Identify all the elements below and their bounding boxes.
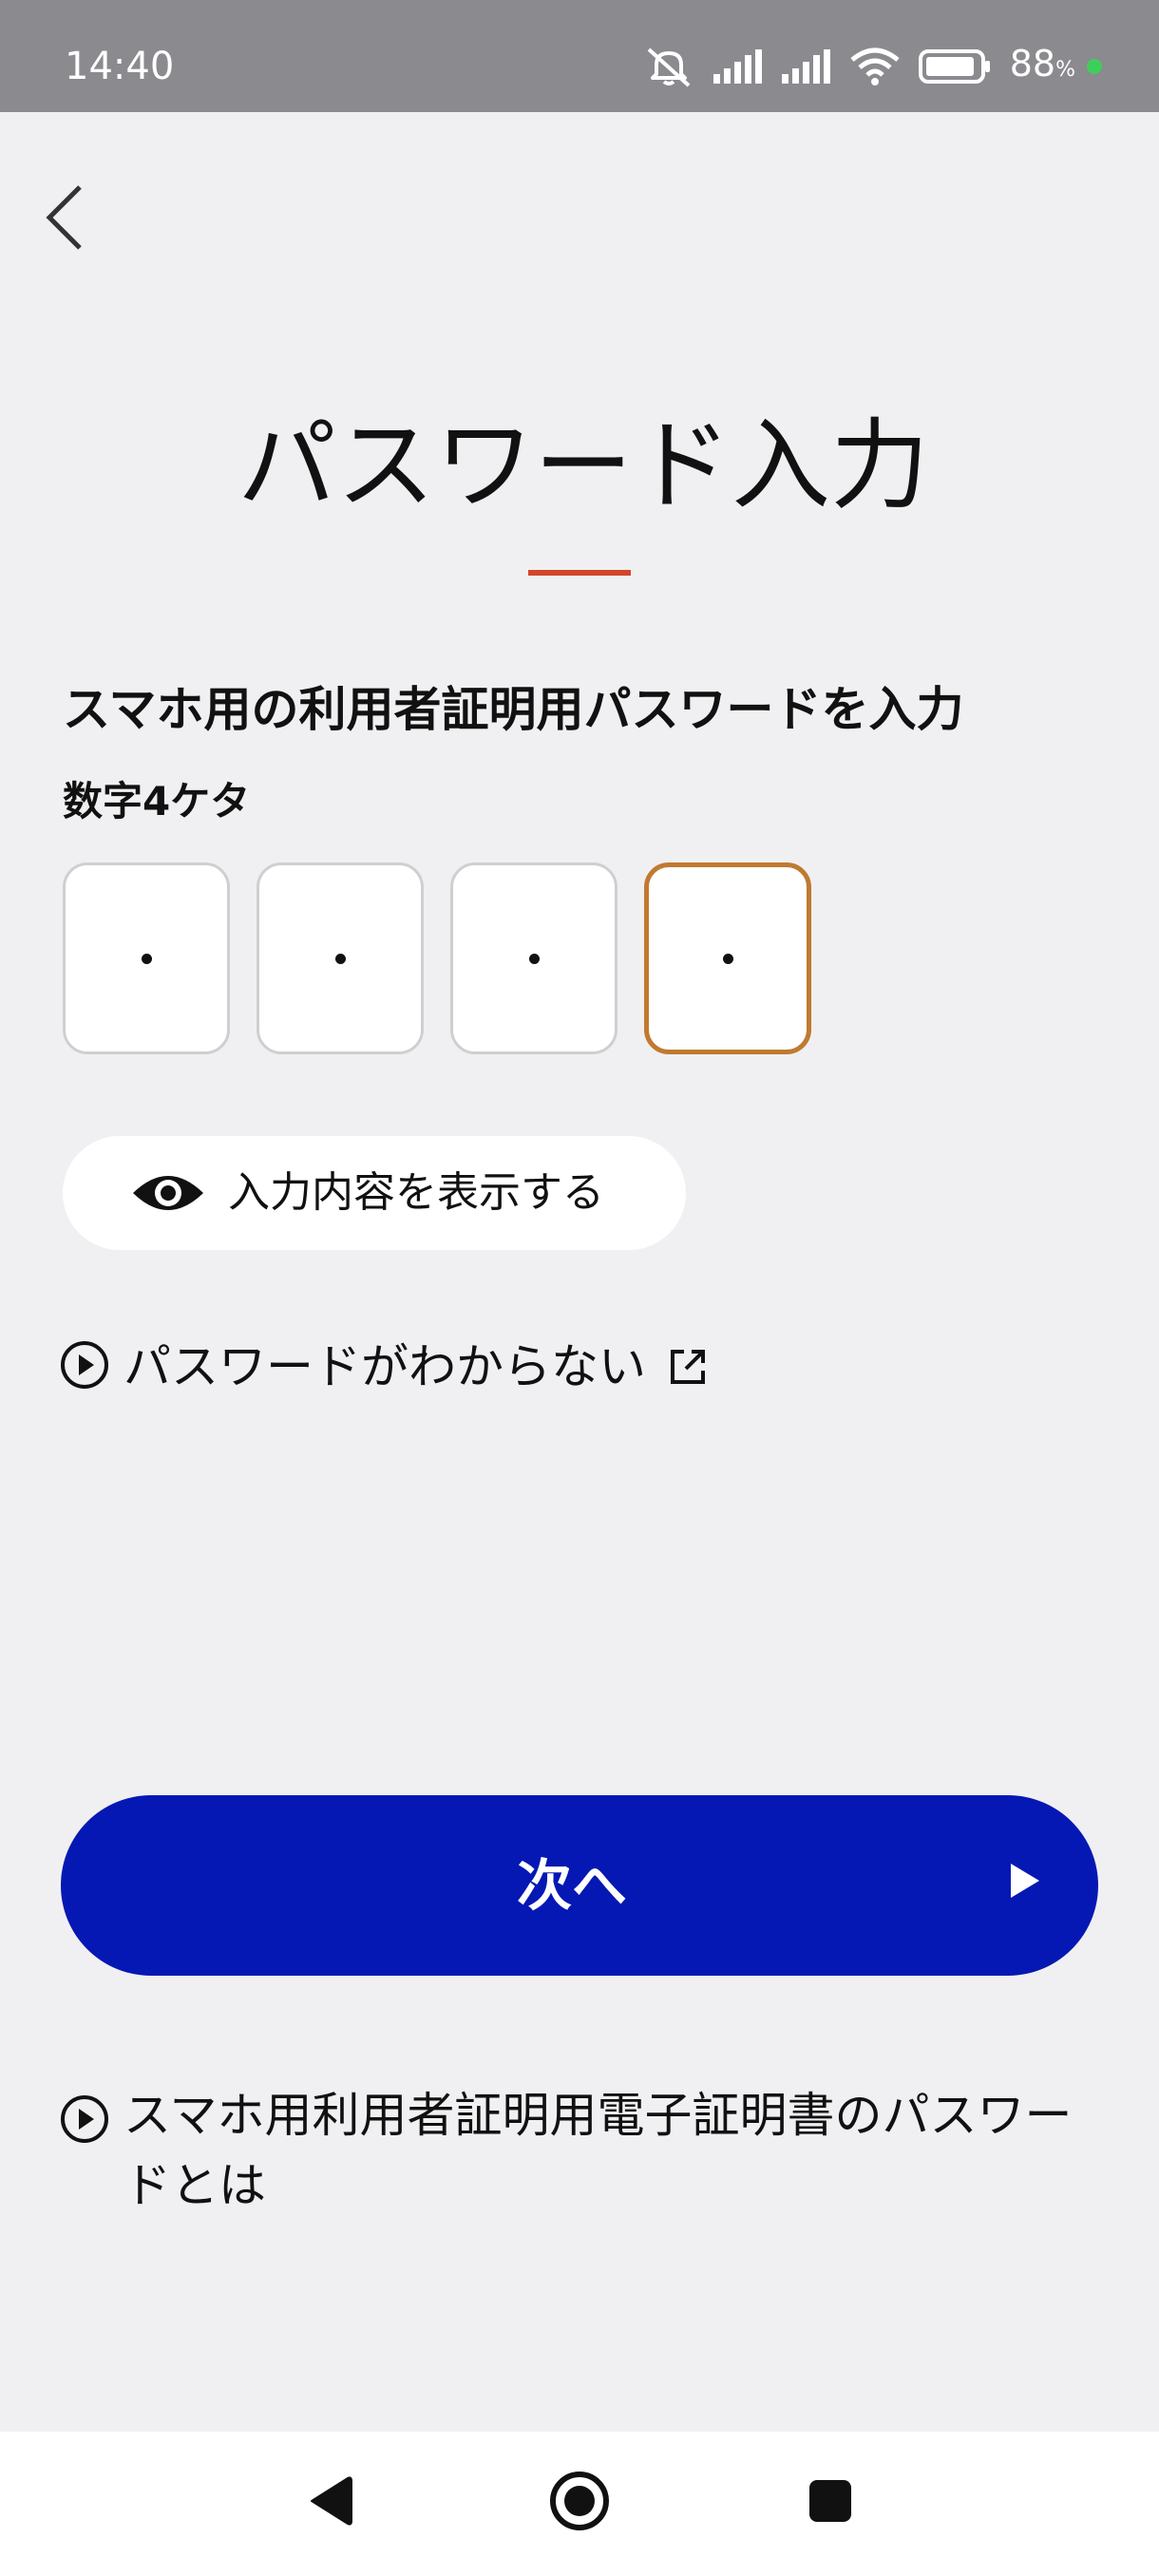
mute-icon (643, 46, 694, 87)
status-bar: 14:40 88% (0, 0, 1159, 112)
pin-digit-4[interactable] (644, 862, 811, 1054)
signal-icon (712, 49, 763, 84)
play-circle-icon (59, 2080, 110, 2149)
signal-icon (780, 49, 831, 84)
show-password-button[interactable]: 入力内容を表示する (63, 1136, 686, 1250)
status-time: 14:40 (65, 45, 175, 88)
show-password-label: 入力内容を表示する (228, 1168, 604, 1217)
eye-icon (131, 1168, 205, 1218)
nav-back-button[interactable] (287, 2460, 372, 2546)
chevron-left-icon (44, 183, 86, 256)
forgot-password-label: パスワードがわからない (124, 1339, 646, 1394)
next-button[interactable]: 次へ (61, 1795, 1098, 1976)
status-icons: 88% (643, 38, 1102, 95)
about-password-label: スマホ用利用者証明用電子証明書のパスワードとは (124, 2088, 1073, 2213)
pin-mask-dot (722, 953, 733, 964)
about-password-link[interactable]: スマホ用利用者証明用電子証明書のパスワードとは (59, 2080, 1085, 2221)
charging-dot (1087, 59, 1102, 74)
nav-back-icon (306, 2474, 353, 2531)
pin-mask-dot (141, 953, 152, 964)
next-button-label: 次へ (516, 1853, 627, 1918)
title-underline (528, 570, 631, 576)
navigation-bar (0, 2432, 1159, 2576)
back-button[interactable] (27, 177, 103, 262)
wifi-icon (848, 47, 902, 86)
pin-mask-dot (528, 953, 540, 964)
external-link-icon (669, 1348, 707, 1386)
battery-icon (918, 49, 991, 84)
password-subheading: 数字4ケタ (63, 778, 251, 824)
pin-mask-dot (334, 953, 346, 964)
battery-percent: 88% (1009, 42, 1075, 85)
page-title: パスワード入力 (237, 407, 929, 523)
play-arrow-icon (1011, 1864, 1039, 1898)
nav-recent-button[interactable] (788, 2460, 873, 2546)
pin-input-row (63, 862, 811, 1054)
pin-digit-1[interactable] (63, 862, 230, 1054)
nav-home-icon (548, 2470, 611, 2536)
nav-home-button[interactable] (537, 2460, 622, 2546)
play-circle-icon (59, 1339, 110, 1394)
pin-digit-3[interactable] (450, 862, 618, 1054)
password-heading: スマホ用の利用者証明用パスワードを入力 (63, 682, 964, 737)
nav-recent-icon (808, 2478, 853, 2528)
forgot-password-link[interactable]: パスワードがわからない (59, 1334, 707, 1400)
pin-digit-2[interactable] (256, 862, 424, 1054)
